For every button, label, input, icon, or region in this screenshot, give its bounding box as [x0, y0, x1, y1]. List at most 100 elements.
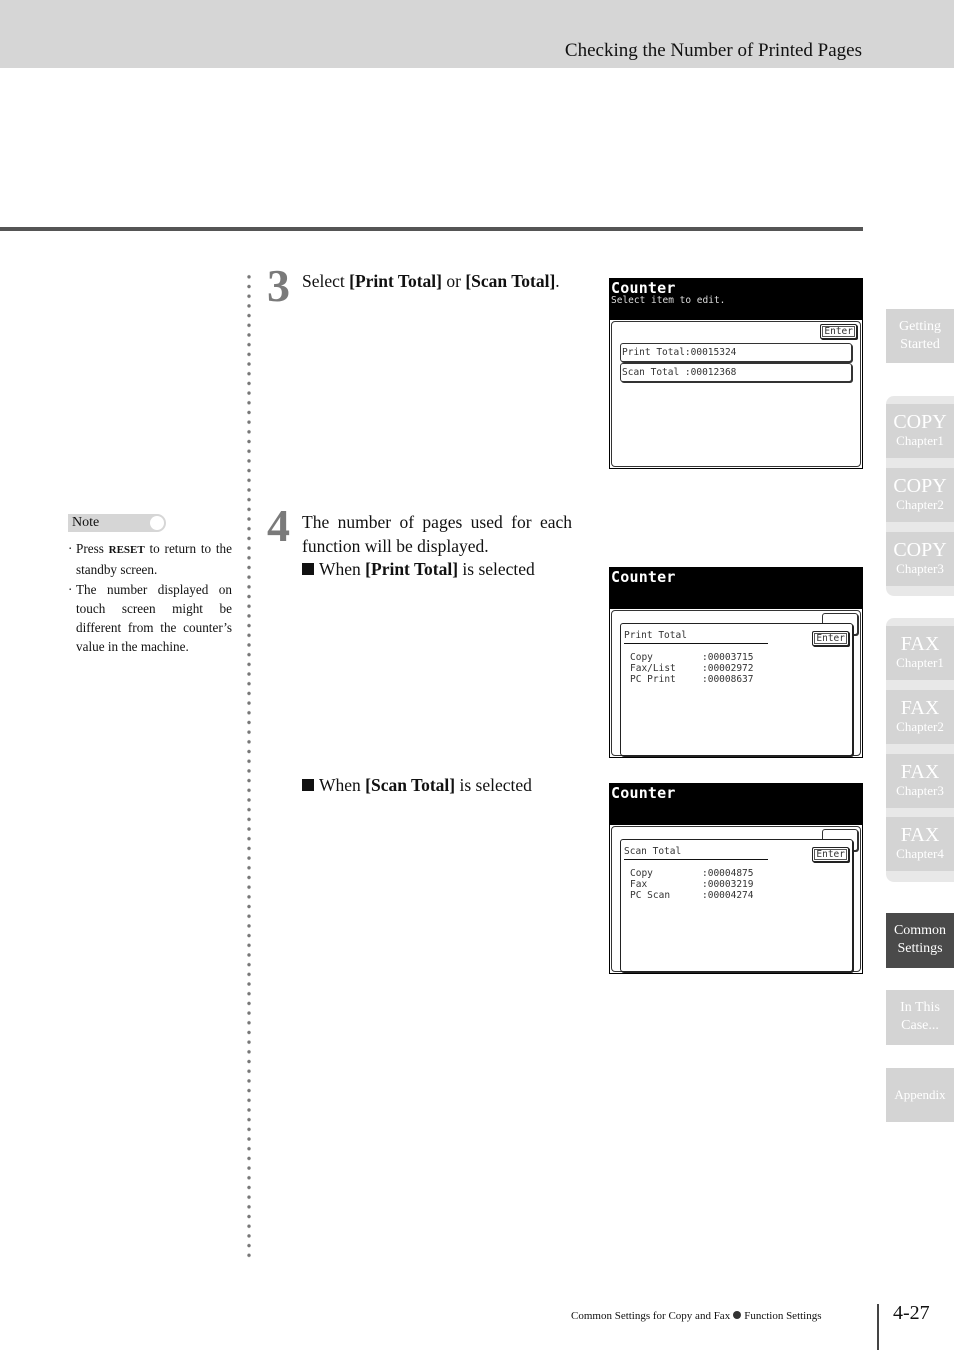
enter-button[interactable]: Enter [820, 324, 857, 339]
tab-common-settings[interactable]: Common Settings [886, 913, 954, 968]
tab-label: Settings [897, 941, 943, 956]
tab-label: Appendix [894, 1087, 946, 1102]
page-number: 4-27 [893, 1302, 930, 1324]
screen-header: Counter Select item to edit. [610, 279, 862, 320]
footer-section: Function Settings [744, 1310, 822, 1322]
tab-label: Chapter3 [896, 783, 944, 798]
tab-copy-chapter1[interactable]: COPY Chapter1 [886, 404, 954, 458]
note-label: Note [68, 514, 166, 532]
tab-label: Chapter2 [896, 719, 944, 734]
bullet-icon [733, 1311, 742, 1319]
tab-label: COPY [893, 539, 947, 561]
row-value: :00003219 [702, 879, 754, 890]
screen-header: Counter [610, 568, 862, 609]
row-value: :00004875 [702, 868, 754, 879]
ui-ref: [Scan Total] [365, 775, 456, 795]
tab-label: Chapter1 [896, 655, 944, 670]
tab-label: FAX [900, 824, 940, 846]
step-4-text: The number of pages used for each functi… [302, 512, 572, 556]
tab-label: Started [900, 337, 940, 352]
row-label: Fax/List [630, 663, 676, 674]
tab-fax-chapter1[interactable]: FAX Chapter1 [886, 626, 954, 680]
counter-row: PC Print:00008637 [630, 674, 753, 685]
tab-in-this-case[interactable]: In This Case... [886, 990, 954, 1045]
footer-breadcrumb: Common Settings for Copy and Fax Function… [571, 1310, 822, 1322]
sub-heading-scan-total: When [Scan Total] is selected [302, 775, 532, 796]
step-3-text: Select [Print Total] or [Scan Total]. [302, 269, 572, 293]
row-value: :00004274 [702, 890, 754, 901]
enter-button[interactable]: Enter [812, 631, 849, 646]
row-label: Copy [630, 652, 653, 663]
square-bullet-icon [302, 563, 314, 575]
step-number-3: 3 [267, 260, 290, 311]
tab-label: COPY [893, 475, 947, 497]
tab-fax-chapter2[interactable]: FAX Chapter2 [886, 690, 954, 744]
counter-row: Copy :00004875 [630, 868, 753, 879]
text: When [319, 559, 366, 579]
popup-title: Print Total [624, 630, 768, 644]
tab-getting-started[interactable]: Getting Started [886, 309, 954, 363]
screen-header: Counter [610, 784, 862, 825]
text: Select [302, 271, 350, 291]
note-key: RESET [108, 544, 145, 556]
tab-label: Case... [901, 1018, 939, 1033]
footer-chapter: Common Settings for Copy and Fax [571, 1310, 731, 1322]
sub-heading-print-total: When [Print Total] is selected [302, 559, 535, 580]
tab-copy-chapter2[interactable]: COPY Chapter2 [886, 468, 954, 522]
counter-row: Fax/List :00002972 [630, 663, 753, 674]
row-label: PC Scan [630, 890, 671, 901]
counter-screen-scan-total: Counter Scan Total Enter Copy:00004875 F… [609, 783, 863, 974]
row-label: Copy [630, 868, 653, 879]
tab-label: Chapter1 [896, 433, 944, 448]
counter-row: Copy :00003715 [630, 652, 753, 663]
screen-title: Counter [611, 279, 676, 297]
note-label-text: Note [72, 515, 100, 530]
row-value: :00003715 [702, 652, 754, 663]
tab-label: Chapter3 [896, 561, 944, 576]
screen-title: Counter [611, 784, 676, 802]
counter-rows: Copy:00004875 Fax:00003219 PC Scan:00004… [630, 868, 753, 901]
note-item: The number displayed on touch screen mig… [68, 580, 232, 657]
screen-body: Scan Total Enter Copy:00004875 Fax:00003… [611, 826, 861, 972]
text: . [555, 271, 560, 291]
popup-title: Scan Total [624, 846, 768, 860]
text: is selected [455, 775, 532, 795]
enter-button[interactable]: Enter [812, 847, 849, 862]
tab-label: Chapter4 [896, 846, 944, 861]
tab-copy-chapter3[interactable]: COPY Chapter3 [886, 532, 954, 586]
tab-label: Common [893, 923, 947, 938]
tab-label: Chapter2 [896, 497, 944, 512]
tab-label: COPY [893, 411, 947, 433]
scan-total-button[interactable]: Scan Total :00012368 [620, 363, 852, 382]
scan-total-popup: Scan Total Enter Copy:00004875 Fax:00003… [620, 839, 853, 972]
counter-screen-select: Counter Select item to edit. Enter Print… [609, 278, 863, 469]
text: or [442, 271, 466, 291]
screen-body: Print Total Enter Copy :00003715 Fax/List… [611, 610, 861, 756]
tab-appendix[interactable]: Appendix [886, 1068, 954, 1122]
tab-label: Getting [899, 319, 941, 334]
tab-label: FAX [900, 633, 940, 655]
note-circle-icon [150, 516, 164, 530]
note-text: Press [76, 541, 109, 556]
note-item: Press RESET to return to the standby scr… [68, 539, 232, 580]
print-total-popup: Print Total Enter Copy :00003715 Fax/List… [620, 623, 853, 756]
counter-row: PC Scan :00004274 [630, 890, 753, 901]
ui-ref-scan-total: [Scan Total] [465, 271, 556, 291]
row-value: :00002972 [702, 663, 754, 674]
dotted-separator [247, 272, 251, 1262]
tab-label: FAX [900, 697, 940, 719]
text: is selected [458, 559, 535, 579]
section-divider [0, 227, 863, 231]
note-text: The number displayed on touch screen mig… [76, 581, 232, 655]
print-total-button[interactable]: Print Total:00015324 [620, 343, 852, 362]
text: When [319, 775, 366, 795]
counter-rows: Copy :00003715 Fax/List :00002972 PC Print… [630, 652, 753, 685]
note-list: Press RESET to return to the standby scr… [68, 539, 232, 657]
step-number-4: 4 [267, 500, 290, 551]
tab-fax-chapter4[interactable]: FAX Chapter4 [886, 817, 954, 871]
screen-subtitle: Select item to edit. [611, 295, 726, 306]
row-label: PC Print [630, 674, 676, 685]
ui-ref: [Print Total] [365, 559, 459, 579]
tab-fax-chapter3[interactable]: FAX Chapter3 [886, 754, 954, 808]
screen-title: Counter [611, 568, 676, 586]
